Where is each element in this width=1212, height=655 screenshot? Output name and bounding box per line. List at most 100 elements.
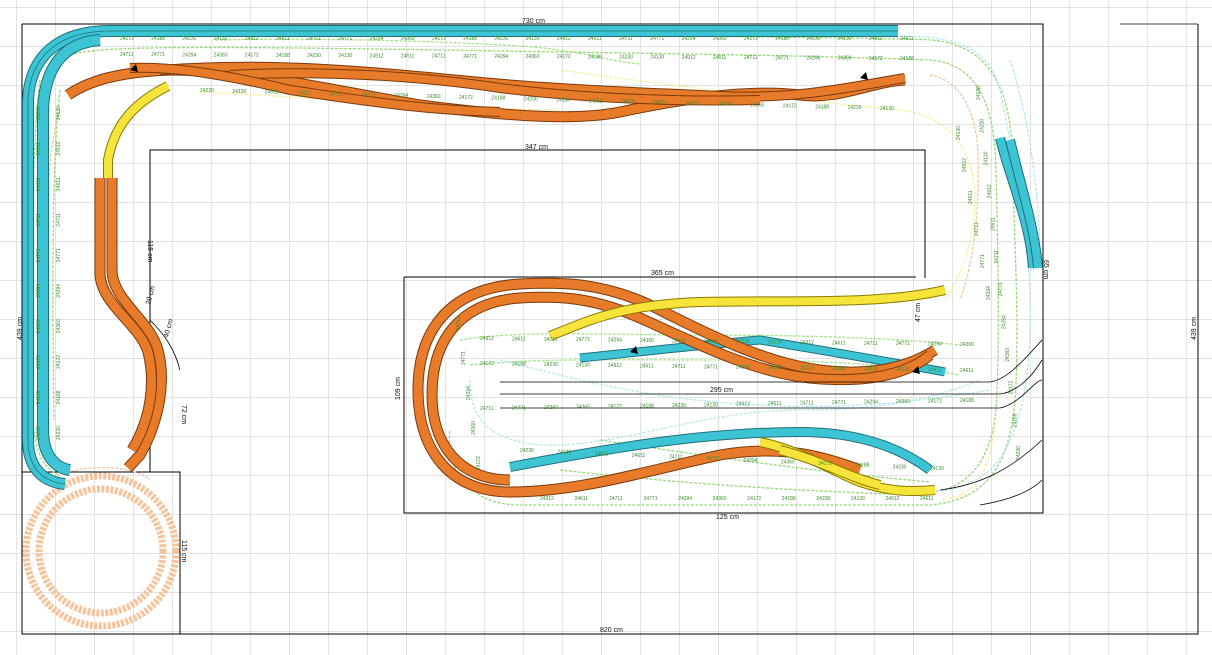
track-part-label: 24360 — [36, 319, 42, 333]
track-part-label: 24611 — [713, 55, 727, 61]
track-part-label: 24130 — [650, 55, 664, 61]
track-part-label: 24611 — [632, 453, 646, 459]
track-part-label: 24912 — [557, 36, 571, 42]
track-part-label: 24611 — [276, 36, 290, 42]
track-part-label: 24294 — [1002, 315, 1008, 329]
track-part-label: 24771 — [650, 36, 664, 42]
track-part-label: 24172 — [608, 404, 622, 410]
track-part-label: 24771 — [461, 351, 467, 365]
track-part-label: 24172 — [869, 56, 883, 62]
track-part-label: 24912 — [245, 36, 259, 42]
track-part-label: 24611 — [960, 368, 974, 374]
track-part-label: 24172 — [245, 53, 259, 59]
track-part-label: 24130 — [838, 36, 852, 42]
track-part-label: 24711 — [744, 55, 758, 61]
dim-left-vertical: 115 cm — [146, 240, 153, 263]
track-part-label: 24771 — [704, 364, 718, 370]
track-part-label: 24130 — [214, 36, 228, 42]
track-part-label: 24611 — [56, 177, 62, 191]
track-part-label: 24711 — [669, 455, 683, 461]
track-part-label: 24130 — [576, 362, 590, 368]
track-part-label: 24294 — [466, 386, 472, 400]
track-part-label: 24771 — [338, 36, 352, 42]
track-part-label: 24294 — [544, 405, 558, 411]
track-part-label: 24711 — [330, 91, 344, 97]
track-part-label: 24130 — [956, 126, 962, 140]
track-labels: 24172 24188 24230 24130 24912 24611 24711 24771… — [36, 36, 1022, 502]
track-part-label: 24188 — [775, 36, 789, 42]
track-part-label: 24172 — [672, 338, 686, 344]
track-part-label: 24230 — [893, 464, 907, 470]
track-part-label: 24771 — [706, 456, 720, 462]
track-part-label: 24172 — [480, 361, 494, 367]
track-part-label: 24294 — [678, 496, 692, 502]
track-part-label: 24130 — [232, 89, 246, 95]
track-part-label: 24360 — [751, 103, 765, 109]
track-part-label: 24188 — [704, 339, 718, 345]
track-part-label: 24130 — [557, 450, 571, 456]
track-part-label: 24360 — [401, 36, 415, 42]
track-part-label: 24711 — [672, 364, 686, 370]
track-part-label: 24711 — [609, 496, 623, 502]
track-part-label: 24771 — [56, 248, 62, 262]
track-part-label: 24912 — [987, 184, 993, 198]
track-part-label: 24172 — [800, 366, 814, 372]
track-part-label: 24611 — [991, 217, 997, 231]
track-part-label: 24711 — [864, 341, 878, 347]
track-part-label: 24912 — [869, 36, 883, 42]
track-part-label: 24771 — [980, 254, 986, 268]
dim-mid: 295 cm — [710, 387, 733, 394]
track-part-label: 24294 — [806, 56, 820, 62]
track-part-label: 24188 — [960, 398, 974, 404]
track-part-label: 24188 — [276, 53, 290, 59]
track-part-label: 24294 — [370, 36, 384, 42]
track-part-label: 24771 — [463, 54, 477, 60]
track-part-label: 24360 — [768, 365, 782, 371]
track-part-label: 24360 — [526, 54, 540, 60]
track-part-label: 24130 — [338, 53, 352, 59]
dim-right-small: 47 cm — [915, 303, 922, 322]
track-part-label: 24611 — [768, 401, 782, 407]
track-plan-canvas[interactable]: 24172 24188 24230 24130 24912 24611 24711 24771… — [0, 0, 1212, 655]
track-part-label: 24130 — [851, 496, 865, 502]
track-part-label: 24294 — [718, 102, 732, 108]
dim-lower-box-height: 109 cm — [395, 377, 402, 400]
track-part-label: 24188 — [856, 463, 870, 469]
track-part-label: 24771 — [832, 400, 846, 406]
track-part-label: 24360 — [960, 342, 974, 348]
track-part-label: 24230 — [806, 36, 820, 42]
track-part-label: 24360 — [576, 404, 590, 410]
track-part-label: 24611 — [640, 363, 654, 369]
dim-lower-box-top: 365 cm — [651, 270, 674, 277]
track-part-label: 24294 — [394, 93, 408, 99]
track-part-label: 24611 — [920, 496, 934, 502]
track-part-label: 24230 — [736, 339, 750, 345]
track-part-label: 24294 — [494, 54, 508, 60]
track-part-label: 24611 — [575, 496, 589, 502]
track-part-label: 24230 — [524, 97, 538, 103]
track-part-label: 24360 — [1005, 348, 1011, 362]
track-part-label: 24230 — [494, 36, 508, 42]
track-part-label: 24611 — [401, 53, 415, 59]
track-part-label: 24360 — [781, 460, 795, 466]
track-part-label: 24172 — [120, 36, 134, 42]
track-part-label: 24912 — [589, 98, 603, 104]
track-part-label: 24912 — [928, 368, 942, 374]
track-part-label: 24230 — [816, 496, 830, 502]
track-part-label: 24771 — [896, 341, 910, 347]
track-part-label: 24912 — [736, 402, 750, 408]
track-part-label: 24172 — [56, 355, 62, 369]
track-part-label: 24912 — [595, 451, 609, 457]
track-part-label: 24771 — [362, 92, 376, 98]
track-part-label: 24172 — [36, 355, 42, 369]
track-part-label: 24294 — [56, 284, 62, 298]
track-part-label: 24360 — [896, 399, 910, 405]
track-part-label: 24188 — [1012, 413, 1018, 427]
track-part-label: 24172 — [744, 36, 758, 42]
track-part-label: 24130 — [768, 340, 782, 346]
track-part-label: 24912 — [480, 336, 494, 342]
track-plan-drawing: 24172 24188 24230 24130 24912 24611 24711 24771… — [17, 18, 1199, 635]
dim-left-mid: 72 cm — [180, 405, 187, 424]
track-part-label: 24188 — [640, 403, 654, 409]
track-part-label: 24912 — [608, 363, 622, 369]
